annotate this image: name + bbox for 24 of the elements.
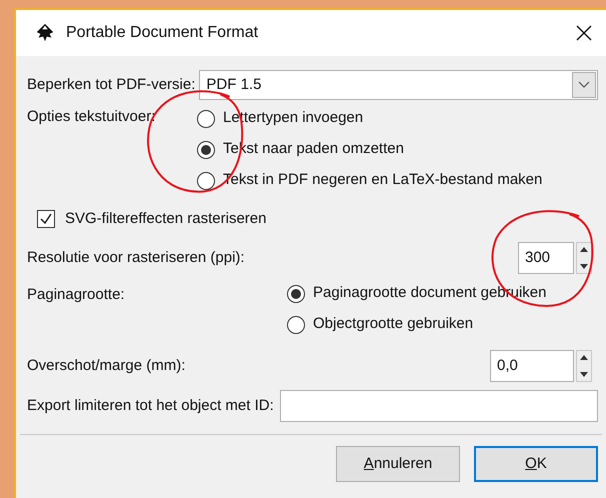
field-label: Resolutie voor rasteriseren (ppi): — [27, 248, 245, 268]
version-dropdown[interactable]: PDF 1.5 — [199, 70, 598, 100]
chevron-down-icon — [578, 81, 590, 89]
dialog-button[interactable]: OK — [474, 446, 598, 482]
dialog-button[interactable]: Annuleren — [336, 446, 460, 482]
id-input-field[interactable] — [280, 390, 598, 422]
checkbox-option[interactable]: SVG-filtereffecten rasteriseren — [27, 202, 598, 236]
field-label: Overschot/marge (mm): — [27, 356, 186, 376]
spin-buttons[interactable] — [576, 350, 592, 382]
arrow-up-icon — [580, 247, 588, 252]
arrow-down-icon — [580, 372, 588, 377]
window-title: Portable Document Format — [66, 23, 260, 43]
arrow-down-icon — [580, 264, 588, 269]
field-label: Beperken tot PDF-versie: — [27, 74, 196, 95]
close-icon[interactable] — [576, 25, 592, 41]
field-label: Export limiteren tot het object met ID: — [27, 396, 274, 416]
arrow-up-icon — [580, 355, 588, 360]
checkmark-icon — [39, 212, 53, 226]
field-label: Paginagrootte: — [27, 285, 126, 305]
dropdown-button[interactable] — [572, 72, 596, 98]
radio-option[interactable]: Objectgrootte gebruiken — [287, 309, 546, 340]
resolution-field[interactable]: 300 — [518, 242, 574, 274]
spin-buttons[interactable] — [576, 242, 592, 274]
bleed-field[interactable]: 0,0 — [490, 350, 574, 382]
